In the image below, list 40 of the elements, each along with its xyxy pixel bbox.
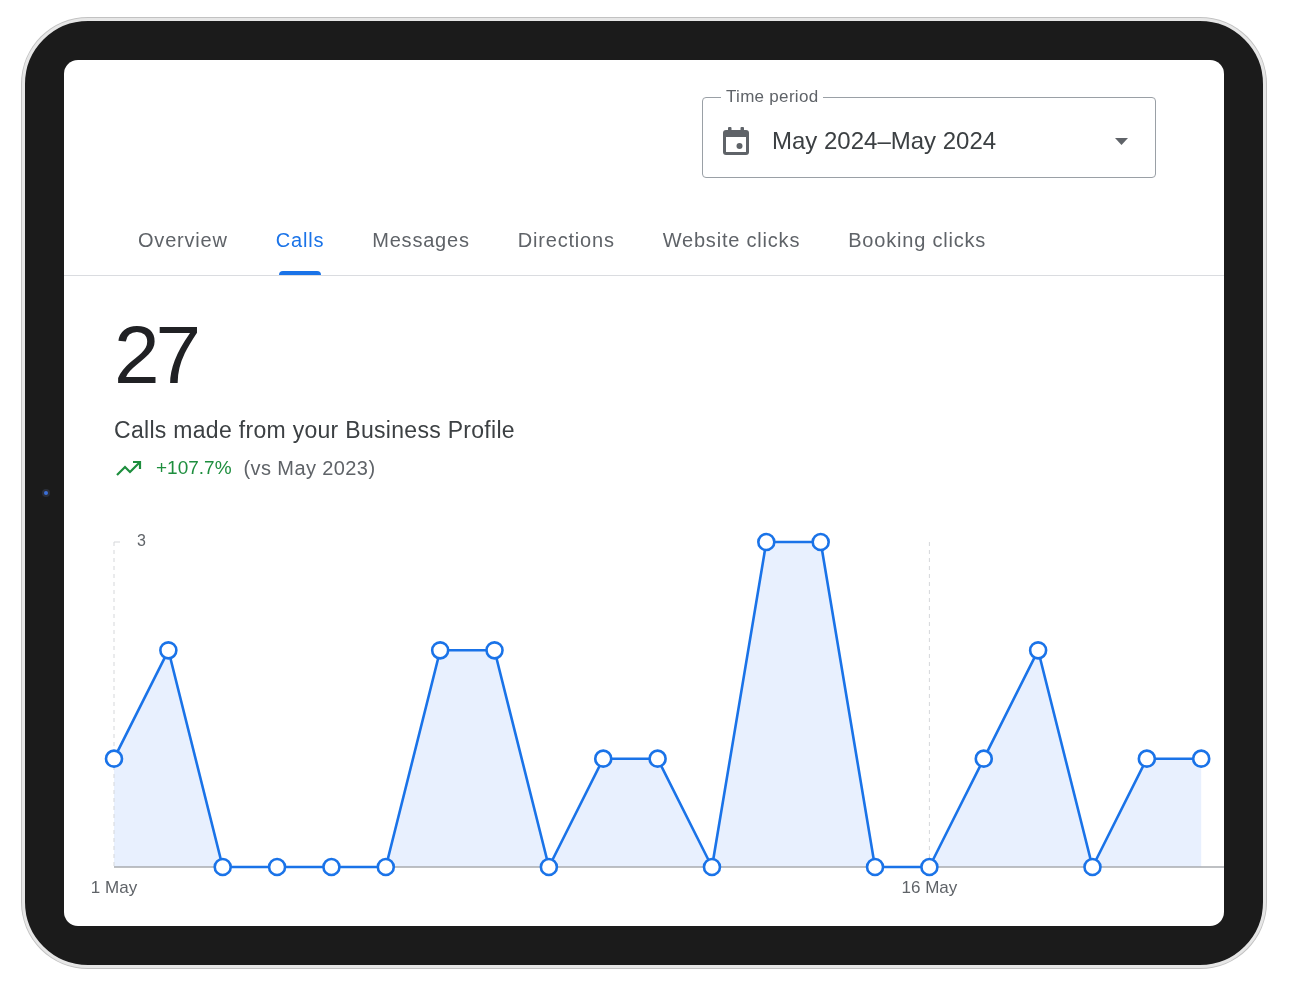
data-point-marker xyxy=(485,641,504,660)
data-point-marker xyxy=(1083,857,1102,877)
data-point-marker xyxy=(267,857,287,877)
time-period-dropdown[interactable]: Time period May 2024–May 2024 xyxy=(702,89,1156,178)
data-point-marker xyxy=(376,857,396,877)
data-point-marker xyxy=(430,641,450,660)
data-point-marker xyxy=(213,857,232,877)
x-axis-label: 1 May xyxy=(90,878,138,898)
caret-icon xyxy=(1115,137,1128,145)
field-label: Time period xyxy=(725,89,820,105)
tab[interactable]: Website clicks xyxy=(662,205,801,275)
data-point-marker xyxy=(974,749,994,768)
dropdown-value: May 2024–May 2024 xyxy=(772,127,998,155)
data-point-marker xyxy=(593,749,613,768)
tab[interactable]: Booking clicks xyxy=(848,205,987,275)
comparison-period: (vs May 2023) xyxy=(243,456,376,481)
data-point-marker xyxy=(322,857,341,877)
x-axis-label: 16 May xyxy=(901,878,958,898)
data-point-marker xyxy=(648,749,667,768)
data-point-marker xyxy=(1137,749,1157,768)
data-point-marker xyxy=(104,749,124,768)
tab[interactable]: Messages xyxy=(372,205,470,275)
data-point-marker xyxy=(702,857,722,877)
data-point-marker xyxy=(920,857,939,877)
calendar-icon xyxy=(723,127,749,155)
data-point-marker xyxy=(1028,641,1048,660)
data-point-marker xyxy=(811,532,830,552)
camera-lens-icon xyxy=(42,489,50,497)
data-point-marker xyxy=(865,857,885,877)
y-axis-label: 3 xyxy=(137,532,146,550)
data-point-marker xyxy=(1191,749,1211,768)
change-percent: +107.7% xyxy=(156,456,232,480)
total-count: 27 xyxy=(114,314,198,396)
tab[interactable]: Calls xyxy=(275,205,325,275)
data-point-marker xyxy=(757,532,776,552)
tab[interactable]: Directions xyxy=(517,205,615,275)
data-point-marker xyxy=(159,641,178,660)
metric-description: Calls made from your Business Profile xyxy=(114,416,515,444)
data-point-marker xyxy=(539,857,559,877)
tab[interactable]: Overview xyxy=(138,205,228,275)
